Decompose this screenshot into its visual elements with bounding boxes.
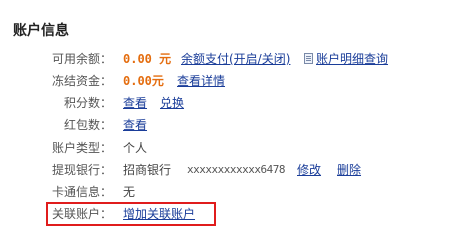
bank-edit-link[interactable]: 修改: [297, 161, 321, 179]
page-title: 账户信息: [13, 23, 69, 39]
bank-delete-link[interactable]: 删除: [337, 161, 361, 179]
document-icon: [304, 53, 313, 64]
red-packet-view-link[interactable]: 查看: [123, 116, 147, 134]
balance-payment-toggle-link[interactable]: 余额支付(开启/关闭): [181, 50, 290, 68]
account-details-link[interactable]: 账户明细查询: [316, 50, 388, 68]
card-number: xxxxxxxxxxxx6478: [187, 163, 285, 176]
account-type-label: 账户类型：: [51, 141, 112, 155]
available-balance-amount: 0.00 元: [123, 52, 172, 66]
frozen-funds-amount: 0.00元: [123, 74, 164, 88]
linked-account-label: 关联账户：: [51, 207, 112, 221]
points-label: 积分数：: [63, 96, 112, 110]
points-redeem-link[interactable]: 兑换: [160, 94, 184, 112]
red-packet-label: 红包数：: [63, 118, 112, 132]
card-info-value: 无: [123, 185, 136, 199]
points-view-link[interactable]: 查看: [123, 94, 147, 112]
card-info-label: 卡通信息：: [51, 185, 112, 199]
account-type-value: 个人: [123, 141, 148, 155]
add-linked-account-link[interactable]: 增加关联账户: [123, 205, 195, 223]
frozen-funds-label: 冻结资金：: [51, 74, 112, 88]
frozen-details-link[interactable]: 查看详情: [177, 72, 225, 90]
withdraw-bank-label: 提现银行：: [51, 163, 112, 177]
bank-name: 招商银行: [123, 163, 172, 177]
available-balance-label: 可用余额：: [51, 52, 112, 66]
